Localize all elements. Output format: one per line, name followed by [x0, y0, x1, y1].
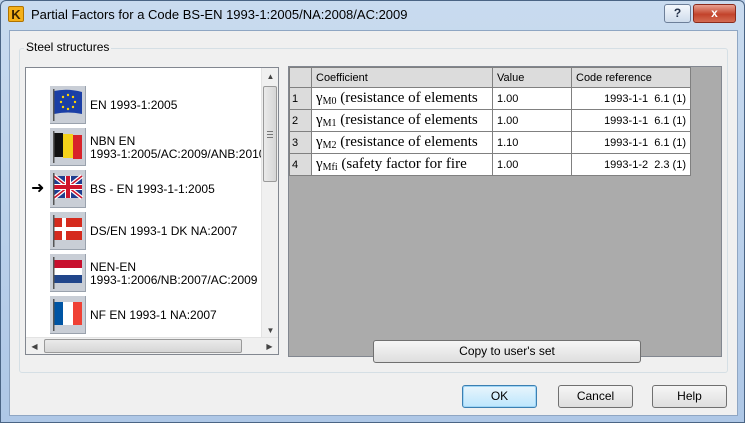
title-bar[interactable]: K Partial Factors for a Code BS-EN 1993-… [1, 1, 744, 29]
scroll-left-icon[interactable]: ◀ [26, 338, 43, 354]
row-number: 2 [289, 109, 312, 132]
copy-to-users-set-button[interactable]: Copy to user's set [373, 340, 641, 363]
help-button[interactable]: Help [652, 385, 727, 408]
factors-grid[interactable]: Coefficient Value Code reference 1 γM0 (… [288, 66, 722, 357]
code-label: DS/EN 1993-1 DK NA:2007 [90, 224, 238, 238]
value-header[interactable]: Value [492, 67, 572, 88]
scroll-up-icon[interactable]: ▲ [262, 68, 278, 85]
code-label: NF EN 1993-1 NA:2007 [90, 308, 217, 322]
list-item-code[interactable]: NF EN 1993-1 NA:2007 [26, 296, 264, 336]
table-row[interactable]: 1 γM0 (resistance of elements 1.00 1993-… [289, 87, 691, 110]
code-label-line2: 1993-1:2006/NB:2007/AC:2009 [90, 273, 258, 287]
vertical-scrollbar[interactable]: ▲ ▼ [261, 68, 278, 339]
window-title: Partial Factors for a Code BS-EN 1993-1:… [31, 7, 408, 22]
horizontal-scrollbar[interactable]: ◀ ▶ [26, 337, 278, 354]
code-label-line2: 1993-1:2005/AC:2009/ANB:2010 [90, 147, 266, 161]
list-item-code[interactable]: NEN-EN 1993-1:2006/NB:2007/AC:2009 [26, 254, 264, 294]
reference-cell: 1993-1-1 6.1 (1) [571, 87, 691, 110]
reference-cell: 1993-1-1 6.1 (1) [571, 109, 691, 132]
close-button[interactable]: x [693, 4, 736, 23]
coefficient-cell: γM2 (resistance of elements [311, 131, 493, 154]
group-label: Steel structures [24, 40, 112, 54]
list-item-code-selected[interactable]: ➜ BS - EN 1993-1-1:2005 [26, 170, 264, 210]
list-item-code[interactable]: DS/EN 1993-1 DK NA:2007 [26, 212, 264, 252]
table-row[interactable]: 2 γM1 (resistance of elements 1.00 1993-… [289, 109, 691, 132]
value-cell[interactable]: 1.10 [492, 131, 572, 154]
dialog-client-area: Steel structures EN 1993-1:2005 NBN EN 1… [9, 30, 738, 416]
coefficient-cell: γM0 (resistance of elements [311, 87, 493, 110]
denmark-flag-icon [50, 212, 86, 250]
row-number: 4 [289, 153, 312, 176]
coefficient-cell: γM1 (resistance of elements [311, 109, 493, 132]
code-label: BS - EN 1993-1-1:2005 [90, 182, 215, 196]
ok-button[interactable]: OK [462, 385, 537, 408]
france-flag-icon [50, 296, 86, 334]
cancel-button[interactable]: Cancel [558, 385, 633, 408]
value-cell[interactable]: 1.00 [492, 153, 572, 176]
coefficient-cell: γMfi (safety factor for fire [311, 153, 493, 176]
dialog-window: K Partial Factors for a Code BS-EN 1993-… [0, 0, 745, 423]
row-number: 1 [289, 87, 312, 110]
scroll-right-icon[interactable]: ▶ [261, 338, 278, 354]
title-help-button[interactable]: ? [664, 4, 691, 23]
table-row[interactable]: 4 γMfi (safety factor for fire 1.00 1993… [289, 153, 691, 176]
uk-flag-icon [50, 170, 86, 208]
horizontal-scroll-thumb[interactable] [44, 339, 242, 353]
value-cell[interactable]: 1.00 [492, 109, 572, 132]
code-list[interactable]: EN 1993-1:2005 NBN EN 1993-1:2005/AC:200… [25, 67, 279, 355]
vertical-scroll-thumb[interactable] [263, 86, 277, 182]
reference-header[interactable]: Code reference [571, 67, 691, 88]
reference-cell: 1993-1-1 6.1 (1) [571, 131, 691, 154]
belgium-flag-icon [50, 128, 86, 166]
selected-arrow-icon: ➜ [31, 180, 45, 197]
table-row[interactable]: 3 γM2 (resistance of elements 1.10 1993-… [289, 131, 691, 154]
reference-cell: 1993-1-2 2.3 (1) [571, 153, 691, 176]
value-cell[interactable]: 1.00 [492, 87, 572, 110]
eu-flag-icon [50, 86, 86, 124]
netherlands-flag-icon [50, 254, 86, 292]
corner-header [289, 67, 312, 88]
coefficient-header[interactable]: Coefficient [311, 67, 493, 88]
code-label: EN 1993-1:2005 [90, 98, 178, 112]
row-number: 3 [289, 131, 312, 154]
app-logo-icon: K [8, 6, 24, 22]
list-item-code[interactable]: NBN EN 1993-1:2005/AC:2009/ANB:2010 [26, 128, 266, 168]
list-item-code[interactable]: EN 1993-1:2005 [26, 86, 264, 126]
